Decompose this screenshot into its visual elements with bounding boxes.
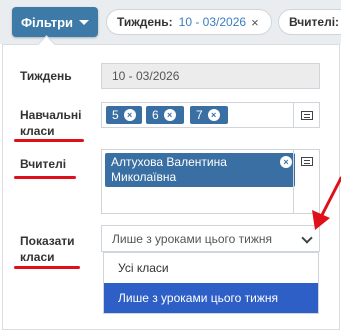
annotation-arrow	[312, 176, 341, 230]
